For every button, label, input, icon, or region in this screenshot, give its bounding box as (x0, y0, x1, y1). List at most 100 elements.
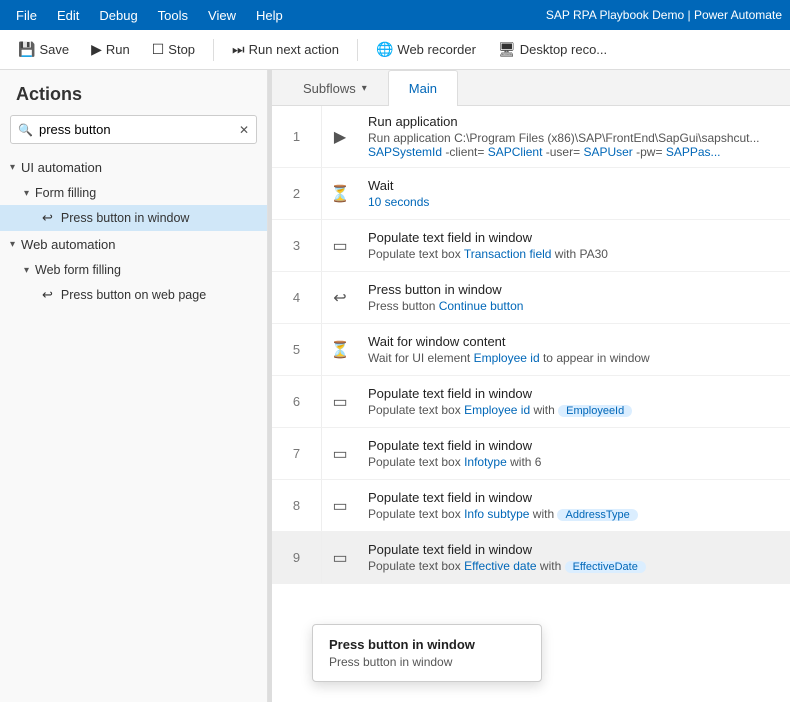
menu-help[interactable]: Help (248, 4, 291, 27)
step-desc-5: Wait for UI element Employee id to appea… (368, 351, 780, 365)
step-title-1: Run application (368, 114, 780, 129)
step-icon-9: ▭ (322, 532, 358, 583)
step-icon-5: ⏳ (322, 324, 358, 375)
tab-subflows[interactable]: Subflows ▾ (282, 70, 388, 106)
action-label-press-button-in-window: Press button in window (61, 211, 190, 225)
run-next-button[interactable]: ⏭ Run next action (224, 37, 347, 62)
step-content-9: Populate text field in window Populate t… (358, 532, 790, 583)
chevron-form-filling: ▾ (24, 188, 29, 199)
step-number-2: 2 (272, 168, 322, 219)
category-label-web-automation: Web automation (21, 237, 115, 252)
chevron-web-form-filling: ▾ (24, 265, 29, 276)
search-icon: 🔍 (18, 123, 33, 137)
step-desc-8: Populate text box Info subtype with Addr… (368, 507, 780, 521)
floating-tooltip: Press button in window Press button in w… (312, 624, 542, 682)
category-ui-automation: ▾ UI automation ▾ Form filling ↩ Press b… (0, 154, 267, 231)
menu-view[interactable]: View (200, 4, 244, 27)
step-row-7[interactable]: 7 ▭ Populate text field in window Popula… (272, 428, 790, 480)
desktop-recorder-button[interactable]: 🖥 Desktop reco... (490, 37, 615, 62)
subcategory-label-web-form-filling: Web form filling (35, 263, 121, 277)
step-desc-6: Populate text box Employee id with Emplo… (368, 403, 780, 417)
tab-main-label: Main (409, 81, 437, 96)
menu-file[interactable]: File (8, 4, 45, 27)
clear-icon[interactable]: ✕ (239, 123, 249, 137)
subcategory-header-web-form-filling[interactable]: ▾ Web form filling (0, 258, 267, 282)
toolbar-separator-1 (213, 39, 214, 61)
step-number-6: 6 (272, 376, 322, 427)
action-label-press-button-on-web-page: Press button on web page (61, 288, 206, 302)
save-icon: 💾 (18, 41, 35, 58)
step-desc-2: 10 seconds (368, 195, 780, 209)
search-box: 🔍 ✕ (10, 115, 257, 144)
step-number-7: 7 (272, 428, 322, 479)
step-row-8[interactable]: 8 ▭ Populate text field in window Popula… (272, 480, 790, 532)
step-icon-3: ▭ (322, 220, 358, 271)
tabs: Subflows ▾ Main (272, 70, 790, 106)
step-row-3[interactable]: 3 ▭ Populate text field in window Popula… (272, 220, 790, 272)
step-desc-1: Run application C:\Program Files (x86)\S… (368, 131, 780, 159)
toolbar: 💾 Save ▶ Run ☐ Stop ⏭ Run next action 🌐 … (0, 30, 790, 70)
stop-button[interactable]: ☐ Stop (144, 37, 203, 62)
category-web-automation: ▾ Web automation ▾ Web form filling ↩ Pr… (0, 231, 267, 308)
action-icon-press-button: ↩ (42, 210, 53, 226)
step-number-4: 4 (272, 272, 322, 323)
save-button[interactable]: 💾 Save (10, 37, 77, 62)
category-header-ui-automation[interactable]: ▾ UI automation (0, 154, 267, 181)
app-title: SAP RPA Playbook Demo | Power Automate (546, 8, 782, 22)
step-icon-4: ↩ (322, 272, 358, 323)
tab-subflows-chevron: ▾ (362, 83, 367, 94)
sidebar-content: ▾ UI automation ▾ Form filling ↩ Press b… (0, 154, 267, 702)
search-input[interactable] (10, 115, 257, 144)
step-row-2[interactable]: 2 ⏳ Wait 10 seconds (272, 168, 790, 220)
step-title-2: Wait (368, 178, 780, 193)
step-row-6[interactable]: 6 ▭ Populate text field in window Popula… (272, 376, 790, 428)
menu-debug[interactable]: Debug (91, 4, 145, 27)
step-title-8: Populate text field in window (368, 490, 780, 505)
step-number-3: 3 (272, 220, 322, 271)
menu-tools[interactable]: Tools (150, 4, 196, 27)
step-content-4: Press button in window Press button Cont… (358, 272, 790, 323)
menu-edit[interactable]: Edit (49, 4, 87, 27)
step-content-2: Wait 10 seconds (358, 168, 790, 219)
step-desc-4: Press button Continue button (368, 299, 780, 313)
step-title-3: Populate text field in window (368, 230, 780, 245)
step-desc-3: Populate text box Transaction field with… (368, 247, 780, 261)
chevron-ui-automation: ▾ (10, 162, 15, 173)
step-title-7: Populate text field in window (368, 438, 780, 453)
toolbar-separator-2 (357, 39, 358, 61)
step-row-4[interactable]: 4 ↩ Press button in window Press button … (272, 272, 790, 324)
subcategory-header-form-filling[interactable]: ▾ Form filling (0, 181, 267, 205)
step-icon-1: ▶ (322, 106, 358, 167)
tooltip-title: Press button in window (329, 637, 525, 652)
tab-subflows-label: Subflows (303, 81, 356, 96)
step-content-1: Run application Run application C:\Progr… (358, 106, 790, 167)
step-title-9: Populate text field in window (368, 542, 780, 557)
step-number-1: 1 (272, 106, 322, 167)
step-row-9[interactable]: 9 ▭ Populate text field in window Popula… (272, 532, 790, 584)
step-row-1[interactable]: 1 ▶ Run application Run application C:\P… (272, 106, 790, 168)
action-press-button-in-window[interactable]: ↩ Press button in window (0, 205, 267, 231)
step-title-4: Press button in window (368, 282, 780, 297)
step-content-3: Populate text field in window Populate t… (358, 220, 790, 271)
action-press-button-on-web-page[interactable]: ↩ Press button on web page (0, 282, 267, 308)
step-number-5: 5 (272, 324, 322, 375)
web-recorder-button[interactable]: 🌐 Web recorder (368, 37, 484, 62)
step-row-5[interactable]: 5 ⏳ Wait for window content Wait for UI … (272, 324, 790, 376)
run-button[interactable]: ▶ Run (83, 37, 138, 62)
step-content-7: Populate text field in window Populate t… (358, 428, 790, 479)
tab-main[interactable]: Main (388, 70, 458, 106)
category-header-web-automation[interactable]: ▾ Web automation (0, 231, 267, 258)
sidebar: Actions 🔍 ✕ ▾ UI automation ▾ Form filli… (0, 70, 268, 702)
step-title-5: Wait for window content (368, 334, 780, 349)
step-desc-9: Populate text box Effective date with Ef… (368, 559, 780, 573)
chevron-web-automation: ▾ (10, 239, 15, 250)
step-title-6: Populate text field in window (368, 386, 780, 401)
step-content-8: Populate text field in window Populate t… (358, 480, 790, 531)
step-content-6: Populate text field in window Populate t… (358, 376, 790, 427)
desktop-recorder-icon: 🖥 (498, 41, 516, 58)
action-icon-press-button-web: ↩ (42, 287, 53, 303)
subcategory-label-form-filling: Form filling (35, 186, 96, 200)
step-number-9: 9 (272, 532, 322, 583)
main-layout: Actions 🔍 ✕ ▾ UI automation ▾ Form filli… (0, 70, 790, 702)
sidebar-header: Actions (0, 70, 267, 115)
